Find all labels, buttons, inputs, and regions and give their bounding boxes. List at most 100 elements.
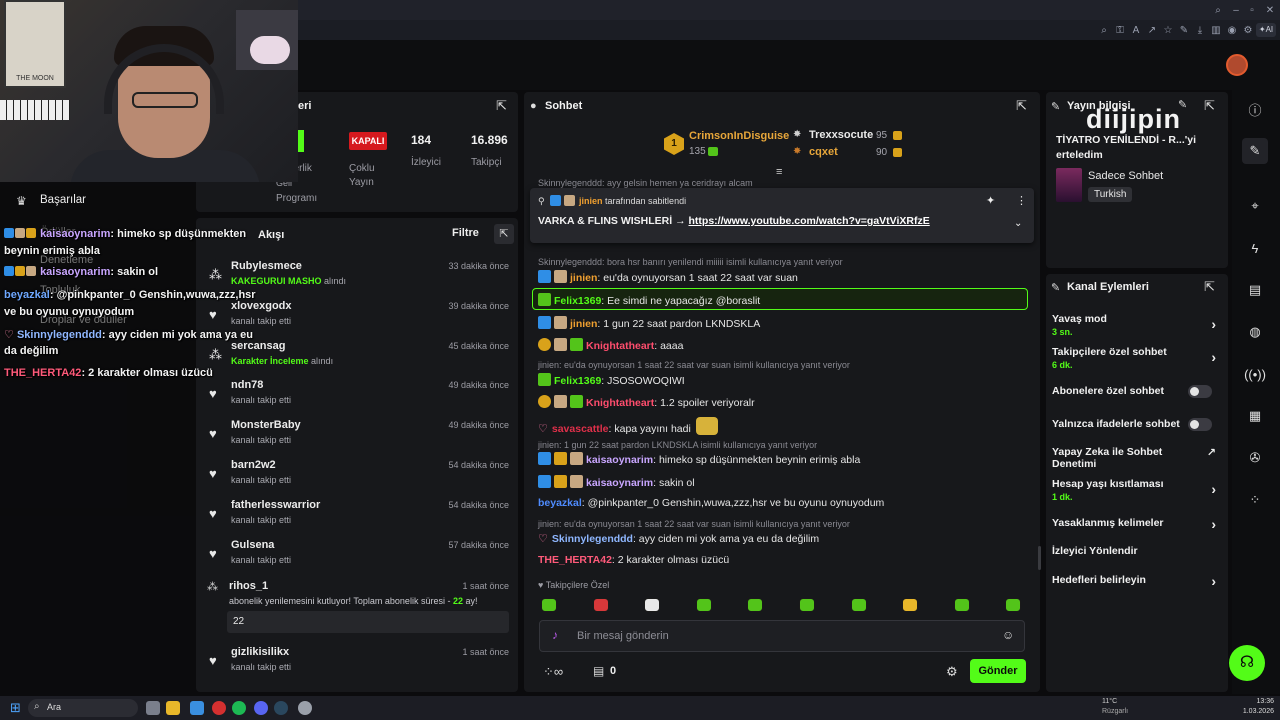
popout-icon[interactable]: ⇱: [1204, 98, 1215, 114]
emote-icon[interactable]: [1005, 598, 1022, 612]
channel-action-item[interactable]: Yalnızca ifadelerle sohbet: [1052, 418, 1222, 431]
layout-icon[interactable]: ▦: [1242, 403, 1268, 429]
reply-context: jinien: 1 gun 22 saat pardon LKNDSKLA is…: [538, 440, 818, 450]
send-button[interactable]: Gönder: [970, 659, 1026, 683]
popout-icon[interactable]: ⇱: [1204, 279, 1215, 295]
chat-text: : @pinkpanter_0 Genshin,wuwa,zzz,hsr ve …: [581, 497, 885, 509]
popout-icon[interactable]: ⇱: [496, 98, 507, 114]
broadcast-icon[interactable]: ((•)): [1242, 361, 1268, 387]
emote-icon[interactable]: [902, 598, 919, 612]
emoji-icon[interactable]: ☺: [1002, 628, 1014, 642]
category-thumbnail[interactable]: [1056, 168, 1082, 202]
focus-icon[interactable]: ⌖: [1242, 193, 1268, 219]
browser-icon[interactable]: [212, 701, 226, 715]
maximize-icon[interactable]: ▫: [1244, 2, 1260, 18]
info-icon[interactable]: ⓘ: [1242, 96, 1268, 122]
spotify-icon[interactable]: [232, 701, 246, 715]
chat-username[interactable]: kaisaoynarim: [586, 477, 653, 489]
steam-icon[interactable]: [274, 701, 288, 715]
minimize-icon[interactable]: –: [1228, 2, 1244, 18]
download-icon[interactable]: ⤓: [1192, 22, 1208, 38]
emote-icon[interactable]: [799, 598, 815, 612]
chat-username[interactable]: jinien: [570, 318, 597, 330]
chat-username[interactable]: Knightatheart: [586, 397, 654, 409]
support-headset-icon[interactable]: ☊: [1229, 645, 1265, 681]
chat-username[interactable]: Felix1369: [554, 295, 601, 307]
channel-action-item[interactable]: Abonelere özel sohbet: [1052, 385, 1222, 398]
wrench-icon[interactable]: ✇: [1242, 445, 1268, 471]
chat-username[interactable]: Felix1369: [554, 375, 601, 387]
toggle-switch[interactable]: [1188, 418, 1212, 431]
avatar[interactable]: [1226, 54, 1248, 76]
gifter-name[interactable]: Trexxsocute: [809, 129, 873, 141]
microphone-icon[interactable]: ♪: [552, 628, 558, 642]
chat-username[interactable]: Knightatheart: [586, 340, 654, 352]
emote-icon[interactable]: [592, 598, 609, 612]
extension-icon[interactable]: ✎: [1176, 22, 1192, 38]
discord-icon[interactable]: [254, 701, 268, 715]
chevron-down-icon[interactable]: ⌄: [1014, 218, 1022, 229]
chat-username[interactable]: kaisaoynarim: [586, 454, 653, 466]
pencil-icon[interactable]: ✎: [1242, 138, 1268, 164]
taskbar-search[interactable]: ⌕ Ara: [28, 699, 138, 717]
task-view-icon[interactable]: [146, 701, 160, 715]
category-name[interactable]: Sadece Sohbet: [1088, 170, 1163, 182]
chat-username[interactable]: THE_HERTA42: [538, 554, 612, 566]
points-icon[interactable]: ⁘∞: [543, 664, 563, 680]
emote-icon[interactable]: [541, 598, 557, 612]
toggle-switch[interactable]: [1188, 385, 1212, 398]
lightning-icon[interactable]: ϟ: [1242, 235, 1268, 261]
translate-icon[interactable]: A: [1128, 22, 1144, 38]
store-icon[interactable]: [190, 701, 204, 715]
search-icon[interactable]: ⌕: [1210, 2, 1226, 18]
chat-input-placeholder: Bir mesaj gönderin: [577, 630, 669, 642]
zoom-icon[interactable]: ⌕: [1096, 22, 1112, 38]
star-icon[interactable]: ☆: [1160, 22, 1176, 38]
gear-icon[interactable]: ⚙: [946, 664, 958, 680]
more-icon[interactable]: ⋮: [1016, 194, 1027, 207]
app-icon[interactable]: [298, 701, 312, 715]
channel-action-item[interactable]: Yapay Zeka ile Sohbet Denetimi ↗: [1052, 446, 1222, 470]
channel-action-item[interactable]: Hedefleri belirleyin ›: [1052, 573, 1222, 589]
channel-action-item[interactable]: İzleyici Yönlendir: [1052, 545, 1222, 557]
gifter-name[interactable]: cqxet: [809, 146, 838, 158]
chat-scrollbar[interactable]: [1038, 546, 1041, 570]
chevron-right-icon: ›: [1211, 573, 1216, 589]
channel-action-item[interactable]: Hesap yaşı kısıtlaması 1 dk. ›: [1052, 478, 1222, 502]
chat-username[interactable]: savascattle: [552, 423, 609, 435]
profile-icon[interactable]: ◉: [1224, 22, 1240, 38]
start-icon[interactable]: ⊞: [10, 700, 21, 716]
sidebar-icon[interactable]: ▥: [1208, 22, 1224, 38]
collapse-handle-icon[interactable]: ≡: [776, 166, 782, 178]
store-icon[interactable]: ▤: [593, 664, 604, 678]
emote-icon[interactable]: [850, 598, 867, 612]
popout-icon[interactable]: ⇱: [494, 224, 514, 244]
share-icon[interactable]: ↗: [1144, 22, 1160, 38]
document-icon[interactable]: ▤: [1242, 277, 1268, 303]
apps-icon[interactable]: ⁘: [1242, 487, 1268, 513]
gifter-name[interactable]: CrimsonInDisguise: [689, 130, 789, 142]
emote-icon[interactable]: [747, 598, 764, 612]
filter-button[interactable]: Filtre: [452, 227, 479, 239]
emote-icon[interactable]: [695, 598, 712, 612]
emote-icon[interactable]: [953, 598, 970, 612]
chat-username[interactable]: Skinnylegenddd: [552, 533, 633, 545]
chat-username[interactable]: jinien: [570, 272, 597, 284]
chat-input[interactable]: ♪ Bir mesaj gönderin ☺: [539, 620, 1025, 652]
emote-icon[interactable]: [644, 598, 661, 612]
file-explorer-icon[interactable]: [166, 701, 180, 715]
unpin-icon[interactable]: ✦: [986, 194, 995, 207]
pinned-link[interactable]: https://www.youtube.com/watch?v=gaVtViXR…: [689, 215, 930, 227]
popout-icon[interactable]: ⇱: [1016, 98, 1027, 114]
bow-badge-icon: ♡: [538, 423, 548, 435]
channel-action-item[interactable]: Yavaş mod 3 sn. ›: [1052, 313, 1222, 337]
close-icon[interactable]: ✕: [1262, 2, 1278, 18]
gear-icon[interactable]: ⚙: [1240, 22, 1256, 38]
key-icon[interactable]: ⚿: [1112, 22, 1128, 38]
ai-icon[interactable]: ✦AI: [1256, 23, 1276, 37]
chat-icon[interactable]: ◍: [1242, 319, 1268, 345]
channel-action-value: 1 dk.: [1052, 492, 1073, 502]
chat-username[interactable]: beyazkal: [538, 497, 582, 509]
channel-action-item[interactable]: Yasaklanmış kelimeler ›: [1052, 516, 1222, 532]
channel-action-item[interactable]: Takipçilere özel sohbet 6 dk. ›: [1052, 346, 1222, 370]
